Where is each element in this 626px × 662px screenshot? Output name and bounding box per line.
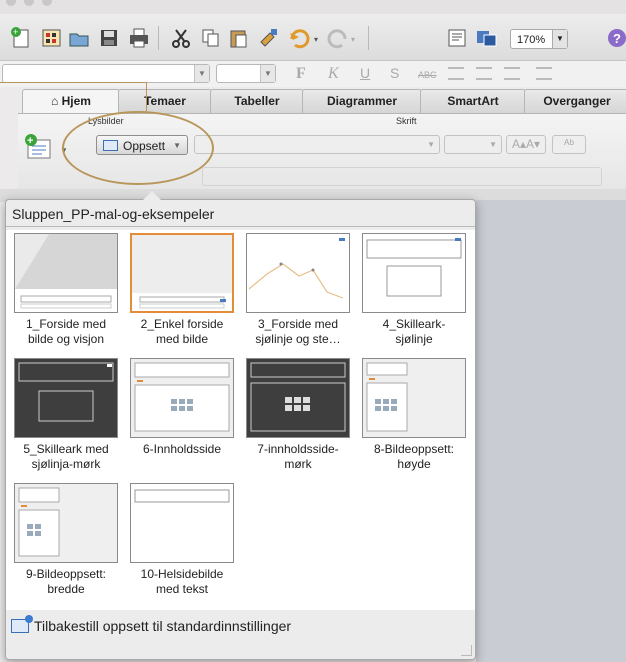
copy-icon[interactable]: [198, 25, 224, 51]
help-icon[interactable]: ?: [604, 25, 626, 51]
redo-icon[interactable]: ▾: [326, 25, 364, 51]
tab-hjem[interactable]: ⌂ Hjem: [22, 89, 120, 115]
bullets-icon[interactable]: [536, 67, 552, 80]
chevron-down-icon: ▼: [552, 30, 567, 48]
layout-button[interactable]: Oppsett ▼: [96, 135, 188, 155]
picture-icon[interactable]: [474, 25, 500, 51]
chevron-down-icon: ▼: [173, 141, 181, 150]
svg-text:?: ?: [613, 31, 621, 46]
clear-format-button[interactable]: ᴬᵇ: [552, 135, 586, 154]
reset-layout-button[interactable]: Tilbakestill oppsett til standardinnstil…: [11, 615, 292, 634]
grow-font-icon: A▴A▾: [511, 137, 541, 151]
strikethrough-button[interactable]: ABC: [418, 70, 437, 80]
zoom-select[interactable]: 170% ▼: [510, 29, 568, 49]
layout-thumbnail: [14, 233, 118, 313]
layout-thumbnails: 1_Forside med bilde og visjon 2_Enkel for…: [6, 230, 475, 610]
save-icon[interactable]: [96, 25, 122, 51]
svg-text:▾: ▾: [351, 35, 355, 44]
zoom-window-icon[interactable]: [42, 0, 52, 6]
format-painter-icon[interactable]: [256, 25, 282, 51]
layout-item-8[interactable]: 8-Bildeoppsett: høyde: [356, 358, 472, 472]
layout-gallery-popup: Sluppen_PP-mal-og-eksempeler 1_Forside m…: [5, 191, 476, 660]
font-size-dropdown[interactable]: ▼: [444, 135, 502, 154]
layout-item-1[interactable]: 1_Forside med bilde og visjon: [8, 233, 124, 347]
zoom-value: 170%: [517, 34, 546, 46]
layout-thumbnail: [362, 358, 466, 438]
open-icon[interactable]: [66, 25, 92, 51]
minimize-window-icon[interactable]: [24, 0, 34, 6]
text-box-icon[interactable]: [444, 25, 470, 51]
layout-item-3[interactable]: 3_Forside med sjølinje og ste…: [240, 233, 356, 347]
layout-thumbnail: [130, 358, 234, 438]
layout-thumbnail: [14, 483, 118, 563]
layout-button-label: Oppsett: [123, 139, 166, 153]
close-window-icon[interactable]: [6, 0, 16, 6]
layout-item-7[interactable]: 7-innholdsside-mørk: [240, 358, 356, 472]
italic-button[interactable]: K: [328, 65, 339, 83]
align-right-icon[interactable]: [504, 67, 520, 80]
layout-thumbnail-dark: [246, 358, 350, 438]
undo-icon[interactable]: ▾: [286, 25, 326, 51]
callout-line: [146, 82, 147, 111]
group-label-slides: Lysbilder: [88, 116, 124, 126]
shadow-button[interactable]: S: [390, 65, 399, 81]
tab-tabeller[interactable]: Tabeller: [210, 89, 304, 113]
chevron-down-icon: ▼: [260, 65, 275, 82]
popup-pointer: [143, 191, 161, 200]
paste-icon[interactable]: [226, 25, 252, 51]
svg-text:+: +: [13, 27, 18, 37]
align-left-icon[interactable]: [448, 67, 464, 80]
print-icon[interactable]: [126, 25, 152, 51]
chevron-down-icon: ▼: [489, 140, 497, 149]
callout-line: [0, 82, 146, 83]
tab-smartart[interactable]: SmartArt: [420, 89, 526, 113]
gallery-icon[interactable]: [38, 25, 64, 51]
tab-overganger[interactable]: Overganger: [524, 89, 626, 113]
clear-format-icon: ᴬᵇ: [564, 137, 574, 151]
ribbon-tabs: ⌂ Hjem Temaer Tabeller Diagrammer SmartA…: [18, 89, 626, 115]
layout-thumbnail: [362, 233, 466, 313]
reset-layout-label: Tilbakestill oppsett til standardinnstil…: [34, 618, 292, 634]
chevron-down-icon: ▼: [194, 65, 209, 82]
tab-temaer[interactable]: Temaer: [118, 89, 212, 113]
cut-icon[interactable]: [168, 25, 194, 51]
document-area: [476, 200, 626, 662]
ribbon-body: Lysbilder Skrift + ▼ Oppsett ▼ ▼ ▼ A▴A▾ …: [18, 113, 626, 190]
align-center-icon[interactable]: [476, 67, 492, 80]
layout-thumbnail: [246, 233, 350, 313]
layout-thumbnail: [130, 483, 234, 563]
bold-button[interactable]: F: [296, 65, 306, 83]
layout-thumbnail-selected: [130, 233, 234, 313]
layout-thumbnail-dark: [14, 358, 118, 438]
layout-item-6[interactable]: 6-Innholdsside: [124, 358, 240, 457]
svg-text:▾: ▾: [314, 35, 318, 44]
layout-item-4[interactable]: 4_Skilleark-sjølinje: [356, 233, 472, 347]
title-bar: [0, 0, 626, 14]
standard-toolbar: + ▾ ▾ 170% ▼ ?: [0, 14, 626, 61]
group-label-font: Skrift: [396, 116, 417, 126]
resize-grip-icon[interactable]: [461, 645, 472, 656]
formatting-bar: ▼ ▼ F K U S ABC: [0, 61, 626, 87]
new-icon[interactable]: +: [8, 25, 34, 51]
divider: [6, 226, 475, 227]
tab-diagrammer[interactable]: Diagrammer: [302, 89, 422, 113]
chevron-down-icon[interactable]: ▼: [60, 146, 68, 155]
font-size-field[interactable]: ▼: [216, 64, 276, 83]
svg-text:+: +: [27, 135, 33, 147]
home-icon: ⌂: [51, 94, 62, 108]
layout-icon: [103, 140, 118, 151]
popup-title: Sluppen_PP-mal-og-eksempeler: [12, 206, 215, 222]
chevron-down-icon: ▼: [427, 140, 435, 149]
underline-button[interactable]: U: [360, 65, 370, 81]
new-slide-button[interactable]: +: [22, 132, 56, 162]
font-name-field[interactable]: ▼: [2, 64, 210, 83]
layout-item-9[interactable]: 9-Bildeoppsett: bredde: [8, 483, 124, 597]
grow-font-button[interactable]: A▴A▾: [506, 135, 546, 154]
font-name-dropdown[interactable]: ▼: [194, 135, 440, 154]
reset-layout-icon: [11, 615, 33, 633]
layout-item-5[interactable]: 5_Skilleark med sjølinja-mørk: [8, 358, 124, 472]
font-formatting-row: [202, 167, 602, 186]
layout-item-2[interactable]: 2_Enkel forside med bilde: [124, 233, 240, 347]
layout-item-10[interactable]: 10-Helsidebilde med tekst: [124, 483, 240, 597]
